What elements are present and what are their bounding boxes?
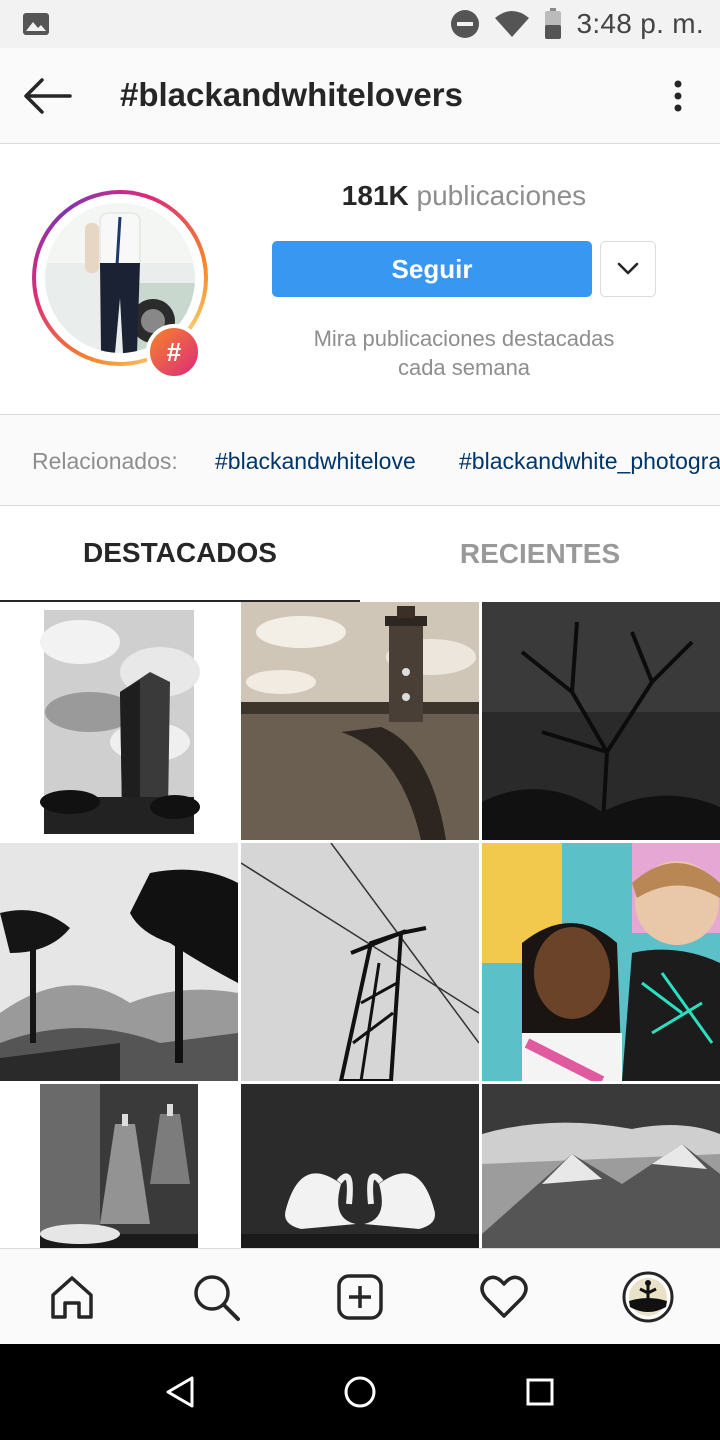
- post-thumbnail[interactable]: [241, 602, 479, 840]
- follow-button[interactable]: Seguir: [272, 241, 592, 297]
- back-arrow-icon: [24, 78, 72, 114]
- post-thumbnail[interactable]: [0, 602, 238, 840]
- page-title: #blackandwhitelovers: [120, 76, 463, 113]
- post-thumbnail[interactable]: [0, 843, 238, 1081]
- hashtag-subtitle: Mira publicaciones destacadas cada seman…: [272, 324, 656, 382]
- battery-icon: [545, 8, 562, 39]
- home-icon: [51, 1276, 93, 1319]
- hashtag-badge: #: [146, 324, 202, 380]
- tab-top-posts[interactable]: DESTACADOS: [0, 506, 360, 602]
- search-icon: [194, 1275, 240, 1321]
- android-recents-icon[interactable]: [522, 1374, 558, 1410]
- home-button[interactable]: [46, 1271, 98, 1323]
- android-home-icon[interactable]: [342, 1374, 378, 1410]
- hashtag-profile: # 181K publicaciones Seguir Mira publica…: [0, 144, 720, 414]
- post-thumbnail[interactable]: [0, 1084, 238, 1248]
- post-grid: [0, 602, 720, 1248]
- post-thumbnail[interactable]: [482, 602, 720, 840]
- back-button[interactable]: [20, 74, 74, 118]
- do-not-disturb-icon: [451, 10, 480, 38]
- tab-recent[interactable]: RECIENTES: [360, 506, 720, 602]
- bottom-navigation: [0, 1248, 720, 1344]
- post-thumbnail[interactable]: [482, 1084, 720, 1248]
- post-thumbnail[interactable]: [241, 1084, 479, 1248]
- related-tag[interactable]: #blackandwhite_photography: [459, 448, 720, 475]
- status-time: 3:48 p. m.: [576, 8, 704, 39]
- post-count-value: 181K: [341, 180, 409, 211]
- subtitle-line-2: cada semana: [397, 355, 531, 380]
- related-hashtags: Relacionados: #blackandwhitelove #blacka…: [0, 414, 720, 506]
- profile-button[interactable]: [622, 1271, 674, 1323]
- add-post-icon: [337, 1274, 383, 1320]
- more-options-button[interactable]: [666, 76, 690, 116]
- subtitle-line-1: Mira publicaciones destacadas: [313, 326, 615, 351]
- add-post-button[interactable]: [334, 1271, 386, 1323]
- post-count-label: publicaciones: [416, 180, 587, 211]
- post-thumbnail[interactable]: [482, 843, 720, 1081]
- post-thumbnail[interactable]: [241, 843, 479, 1081]
- status-bar: 3:48 p. m.: [0, 0, 720, 48]
- feed-tabs: DESTACADOS RECIENTES: [0, 506, 720, 602]
- app-header: #blackandwhitelovers: [0, 48, 720, 144]
- search-button[interactable]: [190, 1271, 242, 1323]
- android-back-icon[interactable]: [162, 1374, 198, 1410]
- post-count: 181K publicaciones: [272, 180, 656, 212]
- heart-icon: [480, 1275, 528, 1318]
- wifi-icon: [495, 11, 530, 37]
- chevron-down-icon: [617, 262, 639, 275]
- related-label: Relacionados:: [32, 448, 178, 474]
- suggestions-dropdown-button[interactable]: [600, 241, 656, 297]
- profile-avatar: [622, 1271, 674, 1323]
- related-tag[interactable]: #blackandwhitelove: [215, 448, 416, 475]
- more-vertical-icon: [674, 80, 682, 112]
- activity-button[interactable]: [478, 1271, 530, 1323]
- image-icon: [23, 13, 49, 35]
- android-navigation-bar: [0, 1344, 720, 1440]
